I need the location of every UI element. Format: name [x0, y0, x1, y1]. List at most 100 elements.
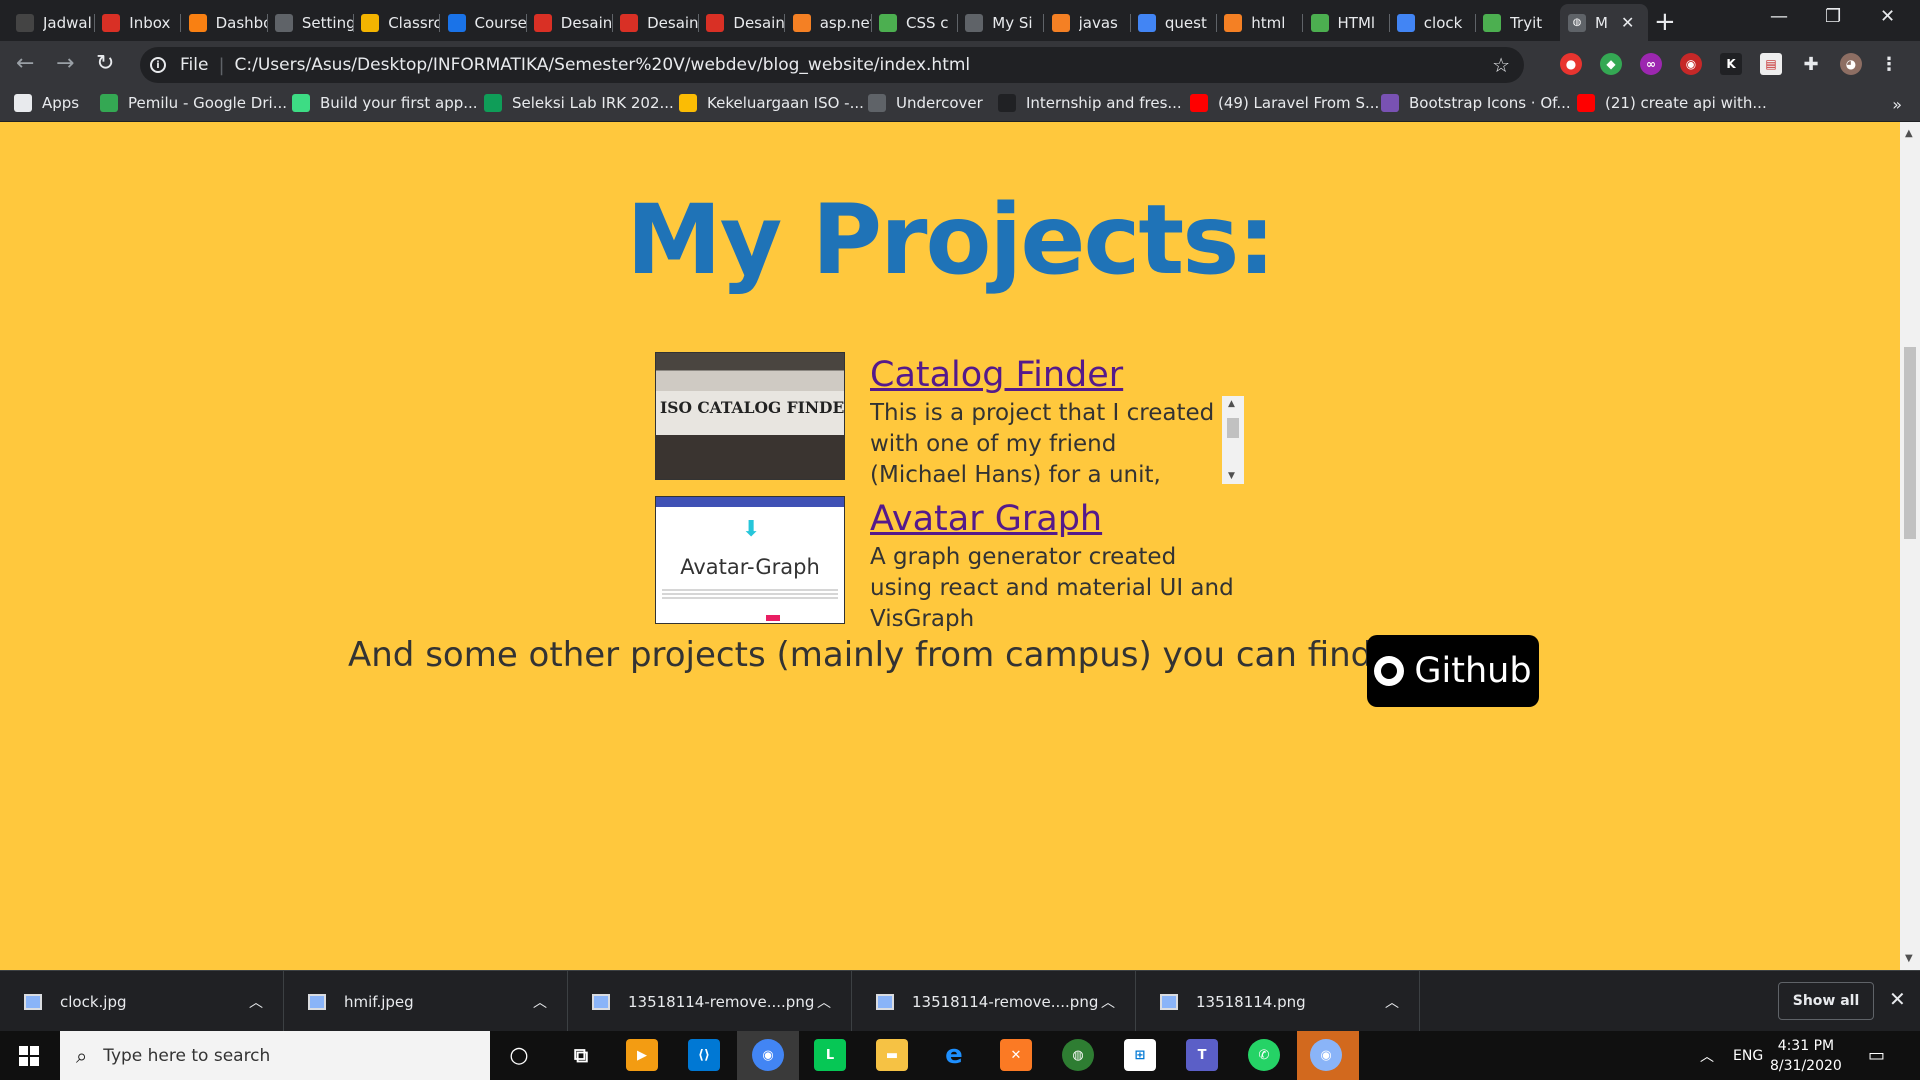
scroll-thumb[interactable] [1227, 418, 1239, 438]
tab[interactable]: Inbox [94, 4, 182, 41]
close-window-button[interactable]: ✕ [1880, 6, 1895, 27]
bookmark-item[interactable]: Internship and fres... [998, 94, 1182, 112]
whatsapp-icon[interactable]: ✆ [1248, 1039, 1280, 1071]
chevron-up-icon[interactable]: ︿ [817, 992, 831, 1012]
info-icon[interactable]: i [150, 57, 166, 73]
more-bookmarks-icon[interactable]: » [1892, 95, 1902, 114]
restore-button[interactable]: ❐ [1825, 6, 1841, 27]
project-title-link[interactable]: Avatar Graph [870, 496, 1240, 542]
bookmark-item[interactable]: Bootstrap Icons · Of... [1381, 94, 1571, 112]
scroll-down-icon[interactable]: ▼ [1228, 471, 1235, 481]
chevron-up-icon[interactable]: ︿ [533, 992, 547, 1012]
notification-icon[interactable]: ▭ [1868, 1031, 1885, 1080]
kebab-menu-icon[interactable]: ⋮ [1878, 53, 1900, 75]
chevron-up-icon[interactable]: ︿ [1101, 992, 1115, 1012]
tab[interactable]: asp.net [785, 4, 872, 41]
extension-icon[interactable]: ∞ [1640, 53, 1662, 75]
xampp-icon[interactable]: ✕ [1000, 1039, 1032, 1071]
tab[interactable]: HTMl [1303, 4, 1390, 41]
tab[interactable]: Courses [440, 4, 527, 41]
download-item[interactable]: 13518114-remove....png ︿ [852, 971, 1136, 1032]
tab[interactable]: Desain [612, 4, 700, 41]
tab[interactable]: Desain [698, 4, 786, 41]
stackoverflow-icon [1051, 13, 1070, 32]
globe-icon [965, 13, 984, 32]
windows-start-icon[interactable] [19, 1046, 39, 1066]
bookmark-item[interactable]: (21) create api with... [1577, 94, 1767, 112]
download-item[interactable]: clock.jpg ︿ [0, 971, 284, 1032]
download-item[interactable]: 13518114.png ︿ [1136, 971, 1420, 1032]
bookmark-item[interactable]: Build your first app... [292, 94, 478, 112]
tab[interactable]: clock [1389, 4, 1476, 41]
tab[interactable]: Dashboard [181, 4, 268, 41]
scroll-up-icon[interactable]: ▲ [1905, 128, 1913, 139]
bookmark-star-icon[interactable]: ☆ [1492, 53, 1510, 77]
chevron-up-icon[interactable]: ︿ [1385, 992, 1399, 1012]
show-all-button[interactable]: Show all [1778, 982, 1874, 1020]
github-button[interactable]: Github [1367, 635, 1539, 707]
file-explorer-icon[interactable]: ▬ [876, 1039, 908, 1071]
bookmark-item[interactable]: Kekeluargaan ISO -... [679, 94, 864, 112]
avatar[interactable]: ◕ [1840, 53, 1862, 75]
bookmark-item[interactable]: Seleksi Lab IRK 202... [484, 94, 674, 112]
address-bar[interactable]: i File | C:/Users/Asus/Desktop/INFORMATI… [140, 47, 1524, 83]
bookmark-item[interactable]: Apps [14, 94, 79, 112]
taskbar-clock[interactable]: 4:31 PM 8/31/2020 [1770, 1036, 1842, 1076]
cortana-icon[interactable]: ○ [503, 1039, 535, 1071]
url-text[interactable]: C:/Users/Asus/Desktop/INFORMATIKA/Semest… [235, 55, 971, 75]
line-icon[interactable]: L [814, 1039, 846, 1071]
reload-button[interactable]: ↻ [96, 51, 114, 76]
puzzle-icon[interactable]: ✚ [1800, 53, 1822, 75]
project-card: ⬇ Avatar-Graph Avatar Graph A graph gene… [655, 496, 1240, 635]
project-title-link[interactable]: Catalog Finder [870, 352, 1240, 398]
tab[interactable]: Tryit [1475, 4, 1563, 41]
tab-active[interactable]: ◍ M ✕ [1560, 4, 1648, 41]
page-scrollbar[interactable]: ▲ ▼ [1900, 122, 1920, 970]
scroll-up-icon[interactable]: ▲ [1228, 399, 1235, 409]
bookmark-item[interactable]: Undercover [868, 94, 983, 112]
scroll-thumb[interactable] [1904, 347, 1916, 539]
bookmark-item[interactable]: (49) Laravel From S... [1190, 94, 1379, 112]
bookmark-item[interactable]: Pemilu - Google Dri... [100, 94, 287, 112]
minimize-button[interactable]: — [1770, 6, 1788, 27]
chevron-up-icon[interactable]: ︿ [249, 992, 263, 1012]
tab[interactable]: Settings [267, 4, 354, 41]
tab[interactable]: My Si [957, 4, 1045, 41]
extension-icon[interactable]: ▤ [1760, 53, 1782, 75]
back-button[interactable]: ← [16, 51, 34, 76]
scroll-down-icon[interactable]: ▼ [1905, 953, 1913, 964]
edge-icon[interactable]: e [938, 1039, 970, 1071]
tab[interactable]: javas [1044, 4, 1131, 41]
extension-icon[interactable]: K [1720, 53, 1742, 75]
taskbar-search[interactable]: ⌕ Type here to search [60, 1031, 490, 1080]
forward-button[interactable]: → [56, 51, 74, 76]
adblock-extension-icon[interactable]: ● [1560, 53, 1582, 75]
store-icon[interactable]: ⊞ [1124, 1039, 1156, 1071]
globe-app-icon[interactable]: ◍ [1062, 1039, 1094, 1071]
tab[interactable]: Jadwal [8, 4, 95, 41]
tab[interactable]: html [1216, 4, 1304, 41]
download-item[interactable]: hmif.jpeg ︿ [284, 971, 568, 1032]
tab-label: Desain [647, 13, 699, 32]
download-item[interactable]: 13518114-remove....png ︿ [568, 971, 852, 1032]
teams-icon[interactable]: T [1186, 1039, 1218, 1071]
tab[interactable]: Classroom [353, 4, 441, 41]
tab[interactable]: CSS c [871, 4, 958, 41]
project-description[interactable]: This is a project that I created with on… [870, 398, 1220, 488]
tab[interactable]: Desain [526, 4, 613, 41]
task-view-icon[interactable]: ⧉ [565, 1039, 597, 1071]
chrome-icon[interactable]: ◉ [1310, 1039, 1342, 1071]
chrome-icon[interactable]: ◉ [752, 1039, 784, 1071]
new-tab-button[interactable]: + [1654, 7, 1676, 37]
tab[interactable]: quest [1130, 4, 1217, 41]
close-tab-icon[interactable]: ✕ [1621, 13, 1634, 32]
description-scrollbar[interactable]: ▲ ▼ [1222, 396, 1244, 484]
close-download-bar-icon[interactable]: ✕ [1889, 987, 1906, 1011]
language-indicator[interactable]: ENG [1733, 1031, 1763, 1080]
extension-icon[interactable]: ◆ [1600, 53, 1622, 75]
tray-overflow-icon[interactable]: ︿ [1700, 1031, 1714, 1080]
vscode-icon[interactable]: ⟨⟩ [688, 1039, 720, 1071]
media-player-icon[interactable]: ▶ [626, 1039, 658, 1071]
tab-label: Jadwal [43, 13, 92, 32]
record-extension-icon[interactable]: ◉ [1680, 53, 1702, 75]
